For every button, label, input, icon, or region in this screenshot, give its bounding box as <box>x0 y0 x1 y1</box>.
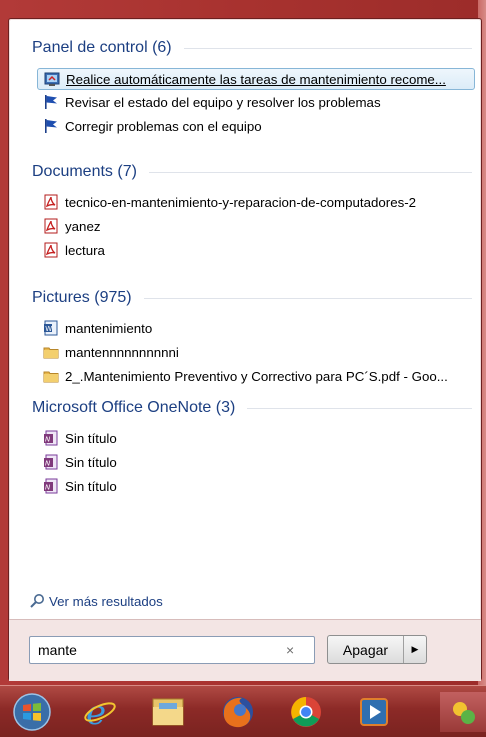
result-item-check-status[interactable]: Revisar el estado del equipo y resolver … <box>37 91 475 113</box>
shutdown-button[interactable]: Apagar <box>328 636 404 663</box>
flag-icon <box>43 94 59 110</box>
pdf-icon <box>43 242 59 258</box>
firefox-icon[interactable] <box>216 692 260 732</box>
result-item-pdf-3[interactable]: lectura <box>37 239 475 261</box>
folder-icon <box>43 344 59 360</box>
result-label: yanez <box>65 218 101 234</box>
result-label: Corregir problemas con el equipo <box>65 118 262 134</box>
result-item-folder-2[interactable]: 2_.Mantenimiento Preventivo y Correctivo… <box>37 365 475 387</box>
search-results: Panel de control (6) Realice automáticam… <box>9 19 481 599</box>
divider <box>247 407 472 409</box>
see-more-results-link[interactable]: Ver más resultados <box>29 591 163 611</box>
group-header-pictures[interactable]: Pictures (975) <box>32 287 472 309</box>
svg-text:W: W <box>45 325 52 333</box>
start-menu-panel: Panel de control (6) Realice automáticam… <box>8 18 482 681</box>
start-menu-bottom-bar: × Apagar ▶ <box>9 619 481 681</box>
internet-explorer-icon[interactable]: e <box>78 692 122 732</box>
group-title[interactable]: Pictures (975) <box>32 289 132 307</box>
result-label: mantenimiento <box>65 320 153 336</box>
result-label: Realice automáticamente las tareas de ma… <box>66 71 446 87</box>
result-item-fix-problems[interactable]: Corregir problemas con el equipo <box>37 115 475 137</box>
chrome-icon[interactable] <box>284 692 328 732</box>
result-item-word-doc[interactable]: W mantenimiento <box>37 317 475 339</box>
onenote-icon: N <box>43 478 59 494</box>
folder-icon <box>43 368 59 384</box>
search-icon <box>29 593 45 609</box>
clear-search-icon[interactable]: × <box>286 642 294 658</box>
divider <box>183 47 472 49</box>
see-more-results-label: Ver más resultados <box>49 593 163 609</box>
result-item-onenote-2[interactable]: N Sin título <box>37 451 475 473</box>
result-item-onenote-1[interactable]: N Sin título <box>37 427 475 449</box>
result-item-pdf-1[interactable]: tecnico-en-mantenimiento-y-reparacion-de… <box>37 191 475 213</box>
svg-text:N: N <box>45 460 51 468</box>
start-orb-icon[interactable] <box>10 692 54 732</box>
divider <box>143 297 472 299</box>
result-item-maintenance[interactable]: Realice automáticamente las tareas de ma… <box>37 68 475 90</box>
group-header-documents[interactable]: Documents (7) <box>32 161 472 183</box>
result-label: mantennnnnnnnnni <box>65 344 179 360</box>
flag-icon <box>43 118 59 134</box>
file-explorer-icon[interactable] <box>146 692 190 732</box>
group-header-onenote[interactable]: Microsoft Office OneNote (3) <box>32 397 472 419</box>
onenote-icon: N <box>43 430 59 446</box>
group-title[interactable]: Panel de control (6) <box>32 39 172 57</box>
search-box[interactable]: × <box>29 636 315 664</box>
result-label: Sin título <box>65 454 117 470</box>
shutdown-button-group: Apagar ▶ <box>327 635 427 664</box>
onenote-icon: N <box>43 454 59 470</box>
group-header-control-panel[interactable]: Panel de control (6) <box>32 37 472 59</box>
result-item-onenote-3[interactable]: N Sin título <box>37 475 475 497</box>
divider <box>148 171 472 173</box>
word-doc-icon: W <box>43 320 59 336</box>
result-label: Sin título <box>65 478 117 494</box>
taskbar: e <box>0 685 486 737</box>
search-input[interactable] <box>30 642 280 658</box>
pdf-icon <box>43 194 59 210</box>
group-title[interactable]: Microsoft Office OneNote (3) <box>32 399 235 417</box>
result-label: Sin título <box>65 430 117 446</box>
result-label: lectura <box>65 242 105 258</box>
shutdown-options-arrow-icon[interactable]: ▶ <box>404 636 426 663</box>
result-item-pdf-2[interactable]: yanez <box>37 215 475 237</box>
maintenance-icon <box>44 71 60 87</box>
group-title[interactable]: Documents (7) <box>32 163 137 181</box>
result-item-folder-1[interactable]: mantennnnnnnnnni <box>37 341 475 363</box>
svg-text:N: N <box>45 436 51 444</box>
app-icon[interactable] <box>440 692 486 732</box>
pdf-icon <box>43 218 59 234</box>
result-label: tecnico-en-mantenimiento-y-reparacion-de… <box>65 194 417 210</box>
result-label: 2_.Mantenimiento Preventivo y Correctivo… <box>65 368 448 384</box>
media-player-icon[interactable] <box>352 692 396 732</box>
result-label: Revisar el estado del equipo y resolver … <box>65 94 381 110</box>
svg-text:N: N <box>45 484 51 492</box>
